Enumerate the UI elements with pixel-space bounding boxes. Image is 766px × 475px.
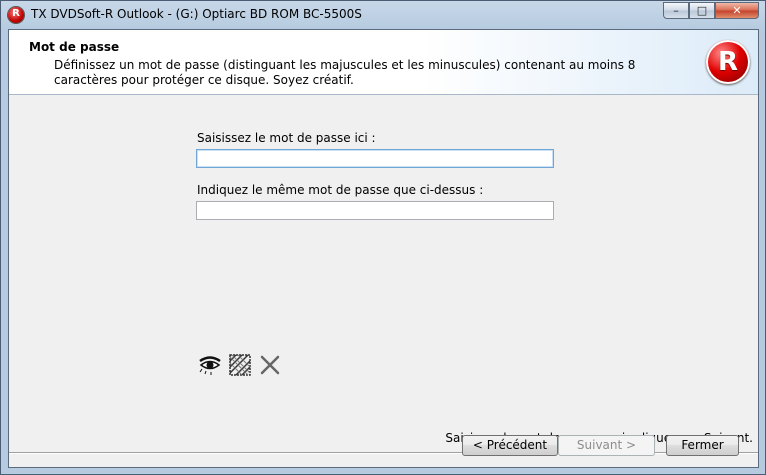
title-bar[interactable]: R TX DVDSoft-R Outlook - (G:) Optiarc BD… — [1, 1, 765, 29]
brand-logo-letter: R — [717, 47, 739, 77]
window-title: TX DVDSoft-R Outlook - (G:) Optiarc BD R… — [31, 7, 362, 21]
minimize-button[interactable]: – — [663, 2, 689, 19]
page-title: Mot de passe — [29, 40, 120, 54]
maximize-button[interactable]: □ — [689, 2, 715, 19]
confirm-password-label: Indiquez le même mot de passe que ci-des… — [197, 183, 484, 197]
close-icon: ✕ — [732, 4, 742, 17]
confirm-password-input[interactable] — [196, 201, 554, 220]
close-button[interactable]: Fermer — [666, 435, 739, 456]
password-tools — [198, 353, 282, 377]
app-window: R TX DVDSoft-R Outlook - (G:) Optiarc BD… — [0, 0, 766, 475]
close-window-button[interactable]: ✕ — [715, 2, 759, 19]
next-button[interactable]: Suivant > — [558, 435, 655, 456]
app-icon[interactable]: R — [8, 7, 24, 23]
wizard-body: Saisissez le mot de passe ici : Indiquez… — [9, 95, 758, 402]
clear-icon — [260, 355, 280, 375]
maximize-icon: □ — [696, 4, 708, 17]
previous-button[interactable]: < Précédent — [462, 435, 558, 456]
brand-logo: R — [706, 40, 750, 84]
clear-password-button[interactable] — [258, 353, 282, 377]
wizard-client-area: Mot de passe Définissez un mot de passe … — [8, 29, 759, 468]
minimize-icon: – — [673, 4, 679, 17]
app-icon-letter: R — [12, 8, 20, 19]
caption-buttons: – □ ✕ — [663, 2, 759, 21]
wizard-header: Mot de passe Définissez un mot de passe … — [9, 30, 758, 95]
password-label: Saisissez le mot de passe ici : — [197, 131, 376, 145]
generate-password-button[interactable] — [228, 353, 252, 377]
show-password-button[interactable] — [198, 353, 222, 377]
eye-icon — [199, 356, 221, 375]
password-input[interactable] — [196, 149, 554, 168]
pattern-icon — [229, 354, 251, 376]
page-description: Définissez un mot de passe (distinguant … — [54, 58, 636, 87]
